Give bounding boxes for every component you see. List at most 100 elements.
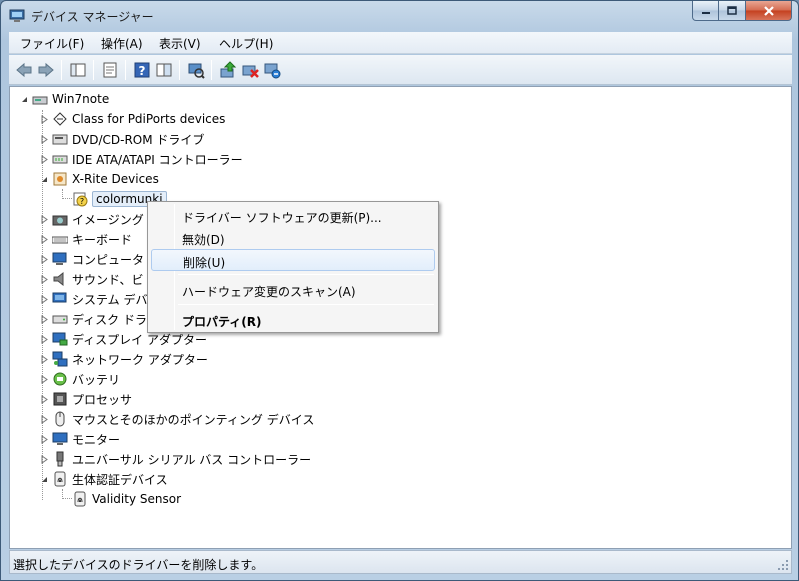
- expand-arrow-icon[interactable]: [40, 155, 49, 164]
- update-driver-icon[interactable]: [219, 61, 237, 79]
- expand-arrow-icon[interactable]: [40, 435, 49, 444]
- title-bar[interactable]: デバイス マネージャー: [1, 1, 798, 31]
- tree-item-label: バッテリ: [72, 372, 121, 387]
- toolbar-separator: [93, 60, 94, 80]
- maximize-icon: [727, 6, 737, 15]
- expand-arrow-icon[interactable]: [40, 315, 49, 324]
- ide-controller-icon: [52, 155, 68, 164]
- tree-item-label: キーボード: [72, 232, 133, 247]
- tree-item-usb[interactable]: ユニバーサル シリアル バス コントローラー: [52, 449, 311, 469]
- tree-item-network[interactable]: ネットワーク アダプター: [52, 349, 208, 369]
- menu-item-label: 無効(D): [182, 233, 225, 247]
- properties-sheet-icon[interactable]: [101, 61, 119, 79]
- tree-item-label: コンピュータ: [72, 252, 145, 267]
- expand-arrow-icon[interactable]: [40, 355, 49, 364]
- menu-file[interactable]: ファイル(F): [20, 35, 84, 52]
- expand-arrow-icon[interactable]: [40, 415, 49, 424]
- forward-arrow-icon[interactable]: [37, 61, 55, 79]
- tree-item-label: DVD/CD-ROM ドライブ: [72, 132, 205, 147]
- view-pane-icon[interactable]: [155, 61, 173, 79]
- tree-item-imaging[interactable]: イメージング: [52, 209, 144, 229]
- toolbar-separator: [179, 60, 180, 80]
- expand-arrow-icon[interactable]: [40, 135, 49, 144]
- tree-item-label: プロセッサ: [72, 392, 133, 407]
- expand-arrow-icon[interactable]: [40, 235, 49, 244]
- menu-separator: [178, 274, 434, 275]
- tree-item-label: マウスとそのほかのポインティング デバイス: [72, 412, 315, 427]
- disable-menu-item[interactable]: 無効(D): [151, 227, 435, 249]
- minimize-icon: [701, 11, 710, 14]
- menu-bar: ファイル(F) 操作(A) 表示(V) ヘルプ(H): [9, 32, 792, 54]
- menu-help[interactable]: ヘルプ(H): [219, 35, 273, 52]
- menu-view[interactable]: 表示(V): [159, 35, 201, 52]
- close-button[interactable]: [746, 1, 792, 21]
- tree-item-validity-sensor[interactable]: Validity Sensor: [72, 489, 181, 509]
- xrite-device-icon: [53, 172, 67, 186]
- usb-icon: [56, 451, 64, 467]
- toolbar-separator: [211, 60, 212, 80]
- menu-item-label: プロパティ(R): [182, 315, 262, 329]
- scan-hardware-icon[interactable]: [187, 61, 205, 79]
- tree-item-ide[interactable]: IDE ATA/ATAPI コントローラー: [52, 149, 243, 169]
- update-driver-menu-item[interactable]: ドライバー ソフトウェアの更新(P)...: [151, 205, 435, 227]
- status-text: 選択したデバイスのドライバーを削除します。: [13, 558, 264, 572]
- expand-arrow-icon[interactable]: [40, 115, 49, 124]
- system-device-icon: [52, 292, 67, 303]
- tree-item-monitor[interactable]: モニター: [52, 429, 120, 449]
- expand-arrow-icon[interactable]: [40, 375, 49, 384]
- menu-action[interactable]: 操作(A): [101, 35, 143, 52]
- tree-item-label: イメージング: [72, 212, 144, 227]
- ports-icon: [53, 112, 67, 126]
- tree-item-label: Class for PdiPorts devices: [72, 112, 226, 126]
- tree-item-dvd[interactable]: DVD/CD-ROM ドライブ: [52, 129, 204, 149]
- tree-item-label: システム デバ: [72, 292, 148, 307]
- console-tree-icon[interactable]: [69, 61, 87, 79]
- disable-device-icon[interactable]: [241, 61, 259, 79]
- tree-item-biometric[interactable]: 生体認証デバイス: [52, 469, 168, 489]
- window-controls: [692, 1, 792, 21]
- collapse-arrow-icon[interactable]: [40, 475, 49, 484]
- tree-root-node[interactable]: Win7note: [32, 89, 109, 109]
- tree-item-system[interactable]: システム デバ: [52, 289, 147, 309]
- collapse-arrow-icon[interactable]: [40, 175, 49, 184]
- device-manager-window: デバイス マネージャー ファイル(F) 操作(A) 表示(V) ヘルプ(H) ?: [0, 0, 799, 581]
- tree-connector-line: [62, 498, 72, 499]
- status-bar: 選択したデバイスのドライバーを削除します。: [9, 550, 792, 574]
- maximize-button[interactable]: [719, 1, 746, 21]
- tree-item-battery[interactable]: バッテリ: [52, 369, 120, 389]
- tree-item-label: IDE ATA/ATAPI コントローラー: [72, 152, 243, 167]
- tree-item-pdiports[interactable]: Class for PdiPorts devices: [52, 109, 225, 129]
- expand-arrow-icon[interactable]: [40, 455, 49, 464]
- collapse-arrow-icon[interactable]: [20, 95, 29, 104]
- tree-item-sound[interactable]: サウンド、ビ: [52, 269, 144, 289]
- tree-connector-line: [62, 198, 72, 199]
- back-arrow-icon[interactable]: [15, 61, 33, 79]
- expand-arrow-icon[interactable]: [40, 335, 49, 344]
- expand-arrow-icon[interactable]: [40, 275, 49, 284]
- tree-item-computer[interactable]: コンピュータ: [52, 249, 144, 269]
- tree-item-label: Validity Sensor: [92, 492, 182, 506]
- unknown-device-icon: ?: [73, 192, 88, 207]
- properties-menu-item[interactable]: プロパティ(R): [151, 309, 435, 331]
- resize-grip-icon[interactable]: [777, 559, 789, 571]
- uninstall-device-icon[interactable]: [263, 61, 281, 79]
- expand-arrow-icon[interactable]: [40, 215, 49, 224]
- expand-arrow-icon[interactable]: [40, 395, 49, 404]
- dvd-drive-icon: [52, 134, 68, 145]
- scan-hardware-menu-item[interactable]: ハードウェア変更のスキャン(A): [151, 279, 435, 301]
- window-title: デバイス マネージャー: [31, 10, 154, 24]
- uninstall-menu-item[interactable]: 削除(U): [151, 249, 435, 271]
- tree-item-label: ディスク ドラ: [72, 312, 147, 327]
- expand-arrow-icon[interactable]: [40, 255, 49, 264]
- tree-item-disk[interactable]: ディスク ドラ: [52, 309, 147, 329]
- menu-separator: [178, 304, 434, 305]
- help-icon[interactable]: ?: [133, 61, 151, 79]
- tree-item-mouse[interactable]: マウスとそのほかのポインティング デバイス: [52, 409, 314, 429]
- minimize-button[interactable]: [692, 1, 719, 21]
- tree-item-xrite[interactable]: X-Rite Devices: [52, 169, 159, 189]
- tree-item-processor[interactable]: プロセッサ: [52, 389, 132, 409]
- expand-arrow-icon[interactable]: [40, 295, 49, 304]
- menu-item-label: ドライバー ソフトウェアの更新(P)...: [182, 211, 382, 225]
- tree-item-label: ネットワーク アダプター: [72, 352, 208, 367]
- tree-item-keyboard[interactable]: キーボード: [52, 229, 132, 249]
